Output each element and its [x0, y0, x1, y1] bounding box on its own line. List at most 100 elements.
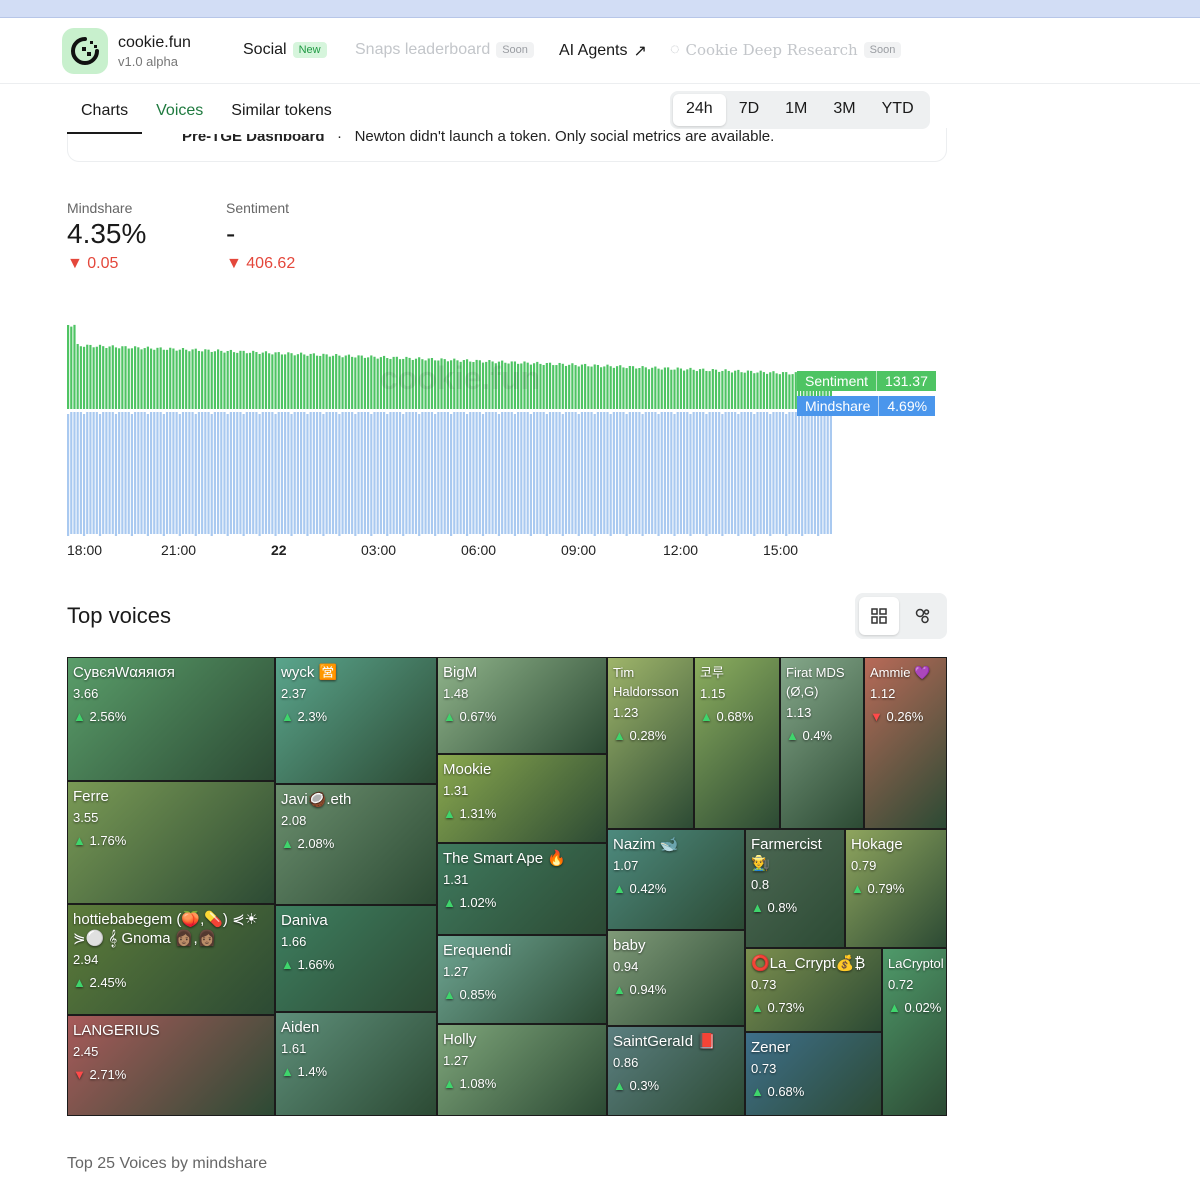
sentiment-bar — [98, 344, 102, 409]
range-3m[interactable]: 3M — [820, 94, 868, 126]
nav-ai-agents[interactable]: AI Agents ↗ — [559, 41, 647, 61]
voice-name-text: Daniva — [281, 912, 328, 929]
voice-cell[interactable]: Tim Haldorsson 1.23 ▲ 0.28% — [607, 657, 694, 829]
voice-cell[interactable]: Holly 1.27 ▲ 1.08% — [437, 1024, 607, 1116]
mindshare-bar — [363, 412, 367, 534]
voice-cell[interactable]: Aiden 1.61 ▲ 1.4% — [275, 1012, 437, 1116]
mindshare-bar — [418, 414, 421, 536]
voice-value: 1.48 — [443, 686, 469, 701]
nav-snaps-leaderboard: Snaps leaderboard Soon — [355, 41, 534, 59]
range-1m[interactable]: 1M — [772, 94, 820, 126]
voice-change-value: 1.02% — [459, 895, 497, 910]
mindshare-bar — [405, 412, 408, 534]
sentiment-bar — [628, 365, 631, 409]
voice-cell[interactable]: LaCryptol 0.72 ▲ 0.02% — [882, 948, 947, 1116]
sentiment-bar — [762, 372, 765, 409]
voice-cell[interactable]: Ferre 3.55 ▲ 1.76% — [67, 781, 275, 904]
tab-similar-tokens[interactable]: Similar tokens — [217, 94, 345, 134]
nav-ai-agents-label: AI Agents — [559, 42, 628, 59]
voice-cell[interactable]: Mookie 1.31 ▲ 1.31% — [437, 754, 607, 843]
sentiment-bar — [612, 367, 615, 409]
voice-change: ▲ 1.76% — [73, 831, 270, 850]
mindshare-bar — [491, 412, 494, 534]
app-name: cookie.fun — [118, 34, 191, 51]
voice-cell[interactable]: BigM 1.48 ▲ 0.67% — [437, 657, 607, 754]
bubble-view-icon[interactable] — [903, 597, 943, 635]
voice-cell[interactable]: SaintGeraId 📕 0.86 ▲ 0.3% — [607, 1026, 745, 1116]
mindshare-bar — [622, 412, 625, 534]
mindshare-bar — [810, 412, 813, 534]
sentiment-bar — [284, 354, 287, 409]
mindshare-bar — [801, 414, 804, 536]
voice-change-value: 2.71% — [89, 1067, 127, 1082]
tab-charts[interactable]: Charts — [67, 94, 143, 134]
x-tick: 03:00 — [361, 542, 397, 558]
sentiment-bar — [657, 368, 660, 409]
mindshare-sentiment-chart[interactable] — [67, 300, 947, 540]
voice-change-value: 0.68% — [767, 1084, 805, 1099]
voice-cell[interactable]: Nazim 🐋 1.07 ▲ 0.42% — [607, 829, 745, 930]
cookie-logo-icon[interactable] — [62, 28, 108, 74]
voice-cell[interactable]: LANGERIUS 2.45 ▼ 2.71% — [67, 1015, 275, 1116]
mindshare-bar — [759, 412, 762, 534]
mindshare-bar — [469, 412, 472, 534]
mindshare-bar — [306, 414, 309, 536]
mindshare-bar — [102, 412, 105, 534]
voice-cell[interactable]: The Smart Ape 🔥 1.31 ▲ 1.02% — [437, 843, 607, 935]
range-24h[interactable]: 24h — [673, 94, 726, 126]
sentiment-bar — [635, 368, 638, 409]
nav-social[interactable]: Social New — [243, 41, 327, 59]
up-triangle-icon: ▲ — [443, 987, 460, 1002]
voice-cell[interactable]: hottiebabegem (🍑,💊) ⋞☀⋟⚪ 𝄞 Gnoma 👩🏽‍,👩🏽‍… — [67, 904, 275, 1015]
sentiment-bar — [545, 362, 548, 409]
mindshare-bar — [149, 412, 153, 534]
voice-cell[interactable]: Firat MDS (Ø,G) 1.13 ▲ 0.4% — [780, 657, 864, 829]
voice-cell[interactable]: Javi🥥.eth 2.08 ▲ 2.08% — [275, 784, 437, 905]
voice-cell[interactable]: ⭕La_Crrypt💰₿ 0.73 ▲ 0.73% — [745, 948, 882, 1032]
voice-name-text: Mookie — [443, 761, 492, 778]
voice-change-value: 0.42% — [629, 881, 667, 896]
tab-voices[interactable]: Voices — [142, 94, 217, 134]
sentiment-bar — [134, 346, 137, 409]
voice-cell[interactable]: 코루 1.15 ▲ 0.68% — [694, 657, 780, 829]
voice-value: 3.66 — [73, 686, 99, 701]
voice-cell[interactable]: Hokage 0.79 ▲ 0.79% — [845, 829, 947, 948]
sentiment-bar — [92, 347, 95, 409]
voice-cell[interactable]: baby 0.94 ▲ 0.94% — [607, 930, 745, 1026]
mindshare-bar — [73, 412, 76, 534]
voice-cell[interactable]: СувєяWαяяισя 3.66 ▲ 2.56% — [67, 657, 275, 781]
voice-cell[interactable]: Farmercist 👨‍🌾 0.8 ▲ 0.8% — [745, 829, 845, 948]
range-7d[interactable]: 7D — [726, 94, 772, 126]
mindshare-bar — [86, 412, 89, 534]
mindshare-bar — [165, 412, 169, 534]
sentiment-bar — [213, 351, 217, 409]
range-ytd[interactable]: YTD — [869, 94, 927, 126]
voice-cell[interactable]: Daniva 1.66 ▲ 1.66% — [275, 905, 437, 1012]
voice-change-value: 2.3% — [297, 709, 328, 724]
voice-change: ▲ 0.28% — [613, 726, 689, 745]
sentiment-bar — [711, 369, 714, 409]
voice-change-value: 2.08% — [297, 836, 335, 851]
voice-cell[interactable]: Erequendi 1.27 ▲ 0.85% — [437, 935, 607, 1024]
sentiment-bar — [753, 373, 756, 409]
mindshare-bar — [609, 414, 612, 536]
voice-value: 1.27 — [443, 1053, 469, 1068]
mindshare-bar — [437, 412, 440, 534]
mindshare-bar — [781, 412, 785, 534]
mindshare-bar — [596, 412, 600, 534]
mindshare-bar — [791, 412, 794, 534]
voice-cell[interactable]: Zener 0.73 ▲ 0.68% — [745, 1032, 882, 1116]
mindshare-bar — [829, 412, 832, 534]
sentiment-bar — [204, 349, 207, 409]
voice-cell[interactable]: wyck 🈺 2.37 ▲ 2.3% — [275, 657, 437, 784]
voice-cell[interactable]: Ammie 💜 1.12 ▼ 0.26% — [864, 657, 947, 829]
mindshare-bar — [501, 412, 504, 534]
voice-change-value: 0.68% — [716, 709, 754, 724]
grid-view-icon[interactable] — [859, 597, 899, 635]
mindshare-bar — [724, 412, 727, 534]
mindshare-bar — [740, 412, 743, 534]
sentiment-bar — [338, 355, 341, 409]
voice-change-value: 0.8% — [767, 900, 798, 915]
sentiment-bar — [705, 370, 708, 409]
mindshare-bar — [114, 414, 118, 536]
